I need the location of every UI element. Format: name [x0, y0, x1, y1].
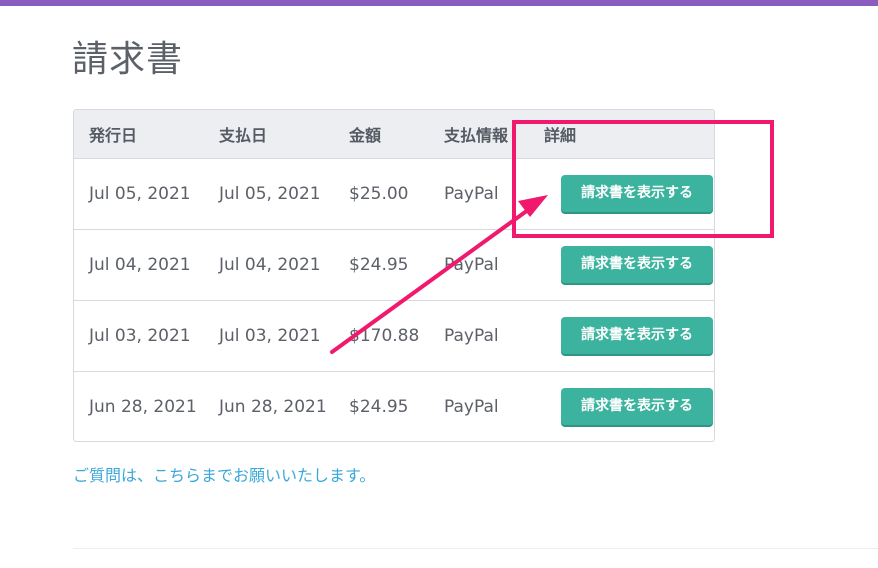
payment-method-cell: PayPal	[444, 396, 499, 417]
amount-cell: $24.95	[349, 396, 409, 417]
table-row: Jul 03, 2021 Jul 03, 2021 $170.88 PayPal…	[74, 300, 714, 372]
payment-date-cell: Jun 28, 2021	[219, 396, 327, 417]
issue-date-cell: Jun 28, 2021	[89, 396, 197, 417]
top-accent-bar	[0, 0, 878, 6]
payment-date-cell: Jul 03, 2021	[204, 300, 334, 372]
issue-date-cell: Jul 03, 2021	[74, 300, 204, 372]
header-issue-date: 発行日	[74, 110, 204, 159]
action-cell: 請求書を表示する	[529, 371, 714, 441]
view-invoice-button[interactable]: 請求書を表示する	[561, 246, 713, 283]
amount-cell: $25.00	[334, 158, 429, 230]
page-title: 請求書	[72, 39, 184, 80]
invoice-table: 発行日 支払日 金額 支払情報 詳細 Jul 05, 2021 Jul 05, …	[74, 110, 714, 441]
action-cell: 請求書を表示する	[529, 300, 714, 372]
view-invoice-button[interactable]: 請求書を表示する	[561, 175, 713, 212]
contact-link[interactable]: ご質問は、こちらまでお願いいたします。	[73, 462, 375, 486]
action-cell: 請求書を表示する	[529, 158, 714, 230]
payment-date-cell: Jul 04, 2021	[204, 229, 334, 301]
header-payment-date: 支払日	[204, 110, 334, 159]
action-cell: 請求書を表示する	[529, 229, 714, 301]
amount-cell: $170.88	[334, 300, 429, 372]
invoice-table-container: 発行日 支払日 金額 支払情報 詳細 Jul 05, 2021 Jul 05, …	[73, 109, 715, 442]
footer-divider	[73, 548, 878, 549]
table-header-row: 発行日 支払日 金額 支払情報 詳細	[74, 110, 714, 159]
payment-method-cell: PayPal	[429, 158, 529, 230]
amount-cell: $24.95	[334, 229, 429, 301]
payment-method-cell: PayPal	[429, 229, 529, 301]
payment-date-cell: Jul 05, 2021	[204, 158, 334, 230]
header-details: 詳細	[529, 110, 714, 159]
issue-date-cell: Jul 05, 2021	[74, 158, 204, 230]
table-row: Jul 05, 2021 Jul 05, 2021 $25.00 PayPal …	[74, 158, 714, 230]
payment-method-cell: PayPal	[429, 300, 529, 372]
header-payment-info: 支払情報	[429, 110, 529, 159]
table-row: Jun 28, 2021 Jun 28, 2021 $24.95 PayPal …	[74, 371, 714, 441]
view-invoice-button[interactable]: 請求書を表示する	[561, 317, 713, 354]
view-invoice-button[interactable]: 請求書を表示する	[561, 388, 713, 426]
issue-date-cell: Jul 04, 2021	[74, 229, 204, 301]
header-amount: 金額	[334, 110, 429, 159]
table-row: Jul 04, 2021 Jul 04, 2021 $24.95 PayPal …	[74, 229, 714, 301]
